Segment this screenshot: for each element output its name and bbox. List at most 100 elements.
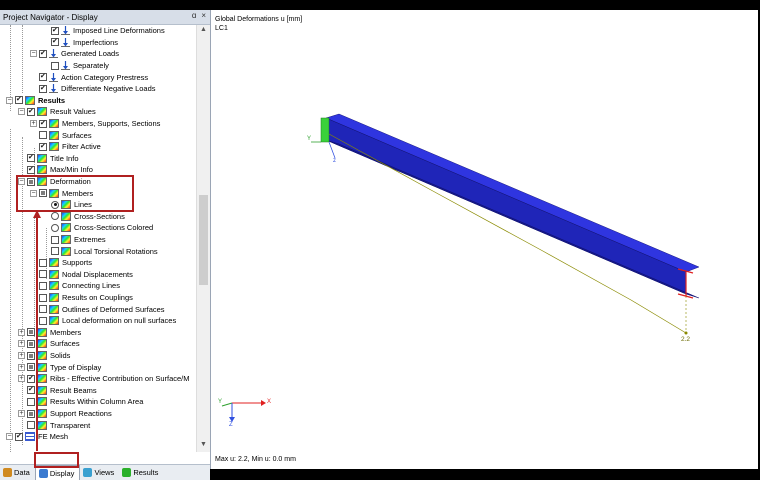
tree-item-label: Transparent <box>50 420 91 430</box>
checkbox[interactable] <box>39 258 47 267</box>
beam-web <box>325 117 687 295</box>
scroll-thumb[interactable] <box>199 195 208 285</box>
tree-item[interactable]: Nodal Displacements <box>30 269 133 281</box>
checkbox[interactable] <box>39 131 47 140</box>
scroll-down-icon[interactable]: ▼ <box>200 441 207 448</box>
views-icon <box>83 468 93 477</box>
expand-icon[interactable]: + <box>18 340 25 348</box>
tree-item[interactable]: Imposed Line Deformations <box>42 25 165 37</box>
tree-item[interactable]: Results on Couplings <box>30 292 133 304</box>
tree-item[interactable]: + Ribs - Effective Contribution on Surfac… <box>18 373 190 385</box>
tree-item[interactable]: − FE Mesh <box>6 431 68 443</box>
tree-item-label: Cross-Sections <box>74 211 125 221</box>
collapse-icon[interactable]: − <box>30 50 37 58</box>
tree-item[interactable]: + Type of Display <box>18 361 101 373</box>
checkbox[interactable] <box>39 305 47 314</box>
tree-item-label: Members <box>50 327 82 337</box>
collapse-icon[interactable]: − <box>18 108 25 116</box>
checkbox[interactable] <box>39 142 47 151</box>
tree-item[interactable]: Connecting Lines <box>30 280 120 292</box>
expand-icon[interactable]: + <box>18 375 25 383</box>
tree-item[interactable]: Cross-Sections Colored <box>42 222 153 234</box>
checkbox[interactable] <box>39 72 47 82</box>
tree-item[interactable]: Cross-Sections <box>42 211 125 223</box>
tree-item[interactable]: − Generated Loads <box>30 48 119 60</box>
checkbox[interactable] <box>39 293 47 302</box>
checkbox[interactable] <box>39 316 47 325</box>
checkbox[interactable] <box>27 339 35 348</box>
tree-item[interactable]: + Support Reactions <box>18 408 112 420</box>
expand-icon[interactable]: + <box>18 363 25 371</box>
pin-icon[interactable]: ɑ <box>192 11 196 20</box>
checkbox[interactable] <box>39 270 47 279</box>
checkbox[interactable] <box>39 119 47 128</box>
tree-item[interactable]: − Results <box>6 95 65 107</box>
checkbox[interactable] <box>51 26 59 35</box>
tree-item[interactable]: Imperfections <box>42 37 118 49</box>
result-color-icon <box>49 293 59 303</box>
checkbox[interactable] <box>27 385 35 395</box>
radio-button[interactable] <box>51 223 59 232</box>
tree-item[interactable]: Outlines of Deformed Surfaces <box>30 303 165 315</box>
tree-item-label: Supports <box>62 258 93 268</box>
model-graphics[interactable] <box>211 10 758 469</box>
tree-item[interactable]: Separately <box>42 60 109 72</box>
tree-item[interactable]: Results Within Column Area <box>18 396 143 408</box>
tab-results[interactable]: Results <box>119 466 163 480</box>
tree-item[interactable]: Supports <box>30 257 92 269</box>
result-color-icon <box>37 409 47 419</box>
tree-item[interactable]: + Surfaces <box>18 338 80 350</box>
tree-item[interactable]: Extremes <box>42 234 106 246</box>
checkbox[interactable] <box>27 351 35 360</box>
collapse-icon[interactable]: − <box>6 96 13 104</box>
tab-views[interactable]: Views <box>80 466 119 480</box>
axis-y-label: Y <box>218 399 223 405</box>
tree-scrollbar[interactable]: ▲ ▼ <box>196 25 210 452</box>
tab-data[interactable]: Data <box>0 466 35 480</box>
checkbox[interactable] <box>27 165 35 174</box>
checkbox[interactable] <box>39 281 47 290</box>
tree-item[interactable]: + Members, Supports, Sections <box>30 118 160 130</box>
close-icon[interactable]: × <box>201 11 206 20</box>
model-viewport[interactable]: Global Deformations u [mm] LC1 2.2 Y z X… <box>211 10 758 469</box>
tree-item[interactable]: Filter Active <box>30 141 101 153</box>
checkbox[interactable] <box>15 95 23 105</box>
tab-label: Data <box>14 468 30 477</box>
expand-icon[interactable]: + <box>30 120 37 128</box>
tree-item[interactable]: Result Beams <box>18 385 97 397</box>
axis-z-label: Z <box>229 422 233 428</box>
checkbox[interactable] <box>51 247 59 256</box>
checkbox[interactable] <box>27 421 35 430</box>
navigator-tabs: Data Display Views Results <box>0 464 210 480</box>
tree-item[interactable]: Local deformation on null surfaces <box>30 315 176 327</box>
checkbox[interactable] <box>27 409 35 418</box>
checkbox[interactable] <box>27 153 35 163</box>
scroll-up-icon[interactable]: ▲ <box>200 26 207 33</box>
tree-item[interactable]: Action Category Prestress <box>30 71 148 83</box>
tree-item[interactable]: + Solids <box>18 350 70 362</box>
checkbox[interactable] <box>39 49 47 58</box>
tree-item[interactable]: Title Info <box>18 153 78 165</box>
expand-icon[interactable]: + <box>18 352 25 360</box>
checkbox[interactable] <box>27 328 35 337</box>
radio-button[interactable] <box>51 212 59 221</box>
collapse-icon[interactable]: − <box>6 433 13 441</box>
checkbox[interactable] <box>27 363 35 372</box>
tree-item[interactable]: + Members <box>18 327 81 339</box>
checkbox[interactable] <box>51 37 59 47</box>
tree-item[interactable]: Differentiate Negative Loads <box>30 83 156 95</box>
load-arrow-icon <box>61 26 70 36</box>
expand-icon[interactable]: + <box>18 328 25 336</box>
checkbox[interactable] <box>51 235 59 244</box>
checkbox[interactable] <box>27 374 35 383</box>
checkbox[interactable] <box>15 432 23 441</box>
checkbox[interactable] <box>51 61 59 70</box>
checkbox[interactable] <box>27 107 35 116</box>
checkbox[interactable] <box>39 84 47 93</box>
tree-item[interactable]: Local Torsional Rotations <box>42 245 158 257</box>
tree-item[interactable]: − Result Values <box>18 106 96 118</box>
expand-icon[interactable]: + <box>18 410 25 418</box>
tree-item[interactable]: Transparent <box>18 419 90 431</box>
tree-item[interactable]: Surfaces <box>30 129 92 141</box>
checkbox[interactable] <box>27 397 35 406</box>
